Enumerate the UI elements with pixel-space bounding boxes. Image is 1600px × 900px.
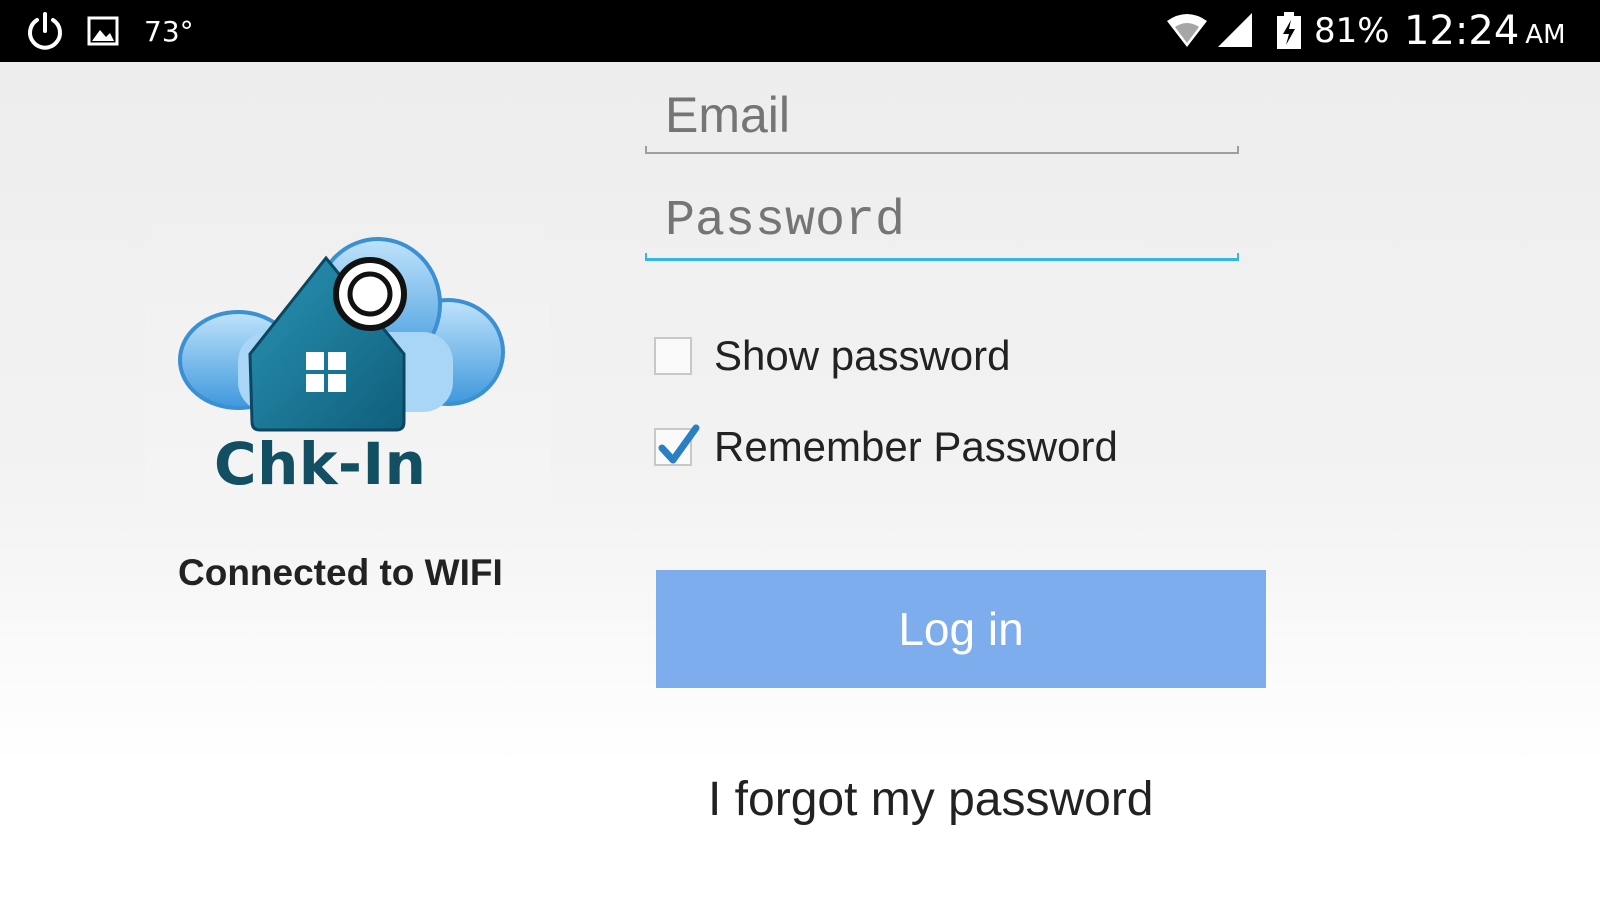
wifi-icon <box>1165 0 1209 62</box>
brand-name: Chk-In <box>214 430 427 498</box>
checkmark-icon <box>658 424 700 464</box>
clock-time: 12:24 <box>1404 8 1520 54</box>
battery-percent: 81% <box>1314 11 1390 51</box>
chk-in-logo <box>178 237 505 432</box>
password-field-container <box>645 190 1239 261</box>
password-field[interactable] <box>645 190 1239 252</box>
remember-password-row[interactable]: Remember Password <box>654 423 1118 471</box>
battery-charging-icon <box>1276 0 1302 62</box>
remember-password-label[interactable]: Remember Password <box>714 423 1118 471</box>
password-underline <box>645 253 1239 261</box>
remember-password-checkbox[interactable] <box>654 424 700 466</box>
forgot-password-link[interactable]: I forgot my password <box>708 772 1154 827</box>
show-password-checkbox[interactable] <box>654 337 692 375</box>
login-button[interactable]: Log in <box>656 570 1266 688</box>
status-bar: 73° 81% 12:24 AM <box>0 0 1600 62</box>
email-field[interactable] <box>645 84 1239 146</box>
image-icon <box>87 0 119 62</box>
show-password-label[interactable]: Show password <box>714 332 1010 380</box>
show-password-row[interactable]: Show password <box>654 332 1010 380</box>
power-icon[interactable] <box>24 0 66 62</box>
target-icon <box>333 257 407 331</box>
connection-status: Connected to WIFI <box>178 552 503 593</box>
email-field-container <box>645 84 1239 154</box>
clock-ampm: AM <box>1525 20 1566 50</box>
email-underline <box>645 146 1239 154</box>
signal-icon <box>1218 0 1254 62</box>
temperature-label: 73° <box>144 14 194 48</box>
clock: 12:24 AM <box>1404 0 1566 62</box>
